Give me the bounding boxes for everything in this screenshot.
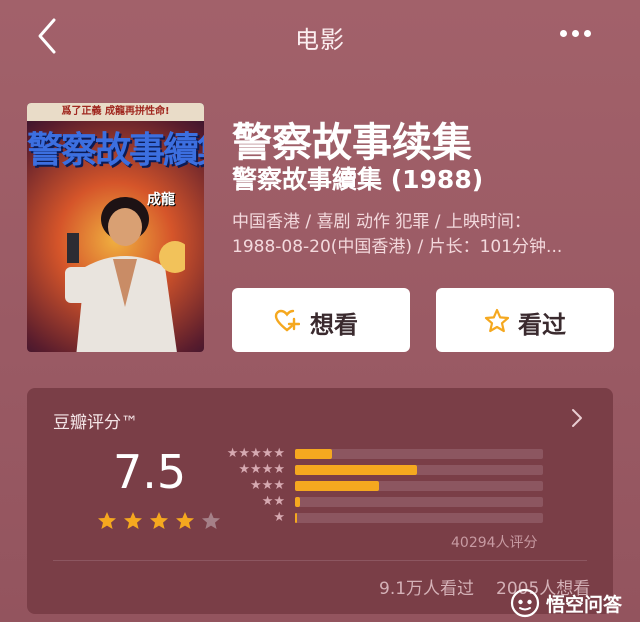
watched-button-label: 看过 [518, 311, 566, 339]
wukong-logo-icon [510, 588, 540, 618]
poster-tagline: 爲了正義 成龍再拼性命! [27, 103, 204, 121]
bar-track [295, 497, 543, 507]
rating-star-icon [98, 512, 116, 529]
more-dot [572, 30, 579, 37]
bar-star-label: ★★★★ [238, 462, 285, 477]
movie-info-line: 中国香港 / 喜剧 动作 犯罪 / 上映时间： [232, 212, 531, 232]
rating-star-icon [202, 512, 220, 529]
bar-fill [295, 465, 417, 475]
rating-score: 7.5 [113, 445, 187, 499]
poster-figure-image [65, 197, 185, 352]
page-title: 电影 [295, 26, 345, 54]
bar-track [295, 449, 543, 459]
heart-plus-icon [274, 309, 300, 332]
bar-star-label: ★ [273, 510, 285, 525]
more-dots-icon [560, 30, 567, 37]
more-button[interactable] [560, 22, 610, 46]
watched-button[interactable]: 看过 [436, 288, 614, 352]
want-to-watch-button[interactable]: 想看 [232, 288, 410, 352]
watched-count: 9.1万人看过 [379, 579, 475, 599]
movie-info[interactable]: 中国香港 / 喜剧 动作 犯罪 / 上映时间： 1988-08-20(中国香港)… [232, 210, 612, 260]
bar-fill [295, 481, 379, 491]
rating-star-icon [124, 512, 142, 529]
watermark-text: 悟空问答 [546, 594, 623, 616]
poster-title: 警察故事續集 [27, 130, 204, 171]
want-button-label: 想看 [310, 311, 358, 339]
rating-card[interactable]: 豆瓣评分™ 7.5 ★★★★★ ★★★★ ★★★ ★★ ★ 40294人评分 9.1万人… [27, 388, 613, 614]
bar-fill [295, 497, 300, 507]
rating-star-icon [176, 512, 194, 529]
bar-track [295, 513, 543, 523]
star-outline-icon [484, 308, 510, 333]
more-dot [584, 30, 591, 37]
bar-fill [295, 513, 297, 523]
rating-star-icon [150, 512, 168, 529]
poster-star-name: 成龍 [147, 192, 175, 208]
bar-fill [295, 449, 332, 459]
bar-track [295, 465, 543, 475]
score-stars [97, 511, 227, 535]
bar-star-label: ★★ [261, 494, 285, 509]
movie-poster[interactable]: 爲了正義 成龍再拼性命! 警察故事續集 成龍 [27, 103, 204, 352]
bar-track [295, 481, 543, 491]
movie-original-title: 警察故事續集 (1988) [232, 165, 484, 194]
movie-info-line: 1988-08-20(中国香港) / 片长：101分钟... [232, 237, 563, 257]
chevron-right-icon[interactable] [567, 406, 587, 430]
top-bar: 电影 [0, 0, 640, 72]
bar-star-label: ★★★★★ [226, 446, 285, 461]
divider [53, 560, 587, 561]
rating-heading: 豆瓣评分™ [53, 413, 138, 433]
rating-count: 40294人评分 [451, 535, 538, 551]
bar-star-label: ★★★ [250, 478, 285, 493]
